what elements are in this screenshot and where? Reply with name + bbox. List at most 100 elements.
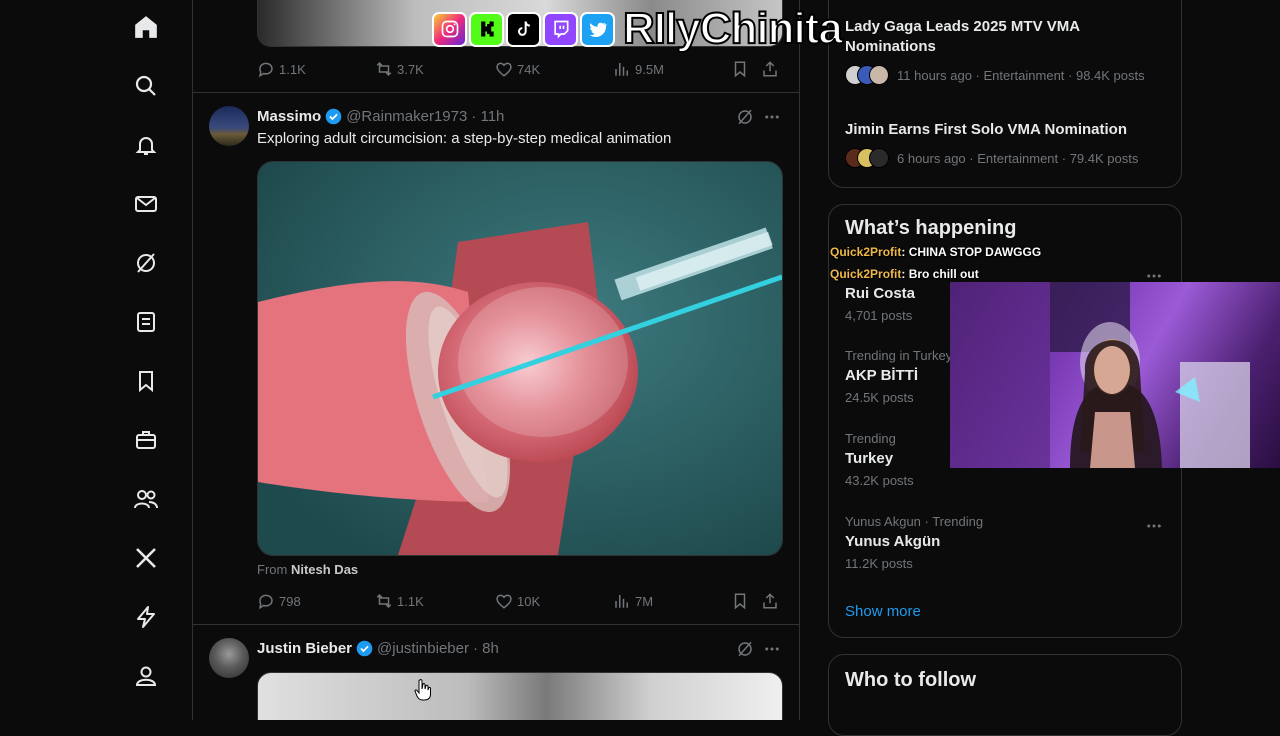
tweet-author-handle[interactable]: @justinbieber <box>377 640 469 657</box>
divider <box>193 92 799 93</box>
divider <box>193 624 799 625</box>
trend-meta: 6 hours ago · Entertainment · 79.4K post… <box>897 150 1139 166</box>
chat-username: Quick2Profit <box>830 267 902 281</box>
trend-title: Yunus Akgün <box>845 533 941 550</box>
trend-count: 43.2K posts <box>845 473 914 488</box>
tweet-author-name[interactable]: Massimo <box>257 108 321 125</box>
tweet-video[interactable] <box>257 161 783 556</box>
verified-badge-icon <box>325 108 342 124</box>
chat-username: Quick2Profit <box>830 245 902 259</box>
trend-title: Lady Gaga Leads 2025 MTV VMA Nominations <box>845 18 1080 55</box>
verified-badge-icon <box>356 640 373 656</box>
reply-button[interactable]: 798 <box>257 592 301 610</box>
views-icon <box>615 63 628 76</box>
tweet-text: Exploring adult circumcision: a step-by-… <box>257 130 672 147</box>
reply-count: 1.1K <box>279 61 306 77</box>
chat-message: Quick2Profit: Bro chill out <box>830 267 979 281</box>
x-logo-icon[interactable] <box>132 544 160 572</box>
repost-icon <box>376 593 392 609</box>
like-button[interactable]: 74K <box>495 60 540 78</box>
attribution-user[interactable]: Nitesh Das <box>291 562 358 577</box>
kick-icon <box>469 11 504 47</box>
more-options-icon[interactable] <box>763 640 781 658</box>
like-count: 74K <box>517 61 541 77</box>
chat-text: : CHINA STOP DAWGGG <box>901 245 1042 259</box>
more-options-icon[interactable] <box>1145 517 1163 535</box>
webcam-feed <box>950 282 1280 468</box>
avatar[interactable] <box>209 106 249 146</box>
stream-overlay-title: RIlyChinita <box>432 3 844 54</box>
views-icon <box>615 595 628 608</box>
list-icon[interactable] <box>132 308 160 336</box>
share-icon <box>763 593 777 609</box>
person-icon[interactable] <box>132 662 160 690</box>
timeline-feed: 1.1K 3.7K 74K 9.5M Massimo @Rainmaker197… <box>192 0 800 720</box>
reply-icon <box>258 594 273 610</box>
share-icon <box>763 61 777 77</box>
trend-meta: 11 hours ago · Entertainment · 98.4K pos… <box>897 67 1145 83</box>
search-icon[interactable] <box>132 72 160 100</box>
repost-count: 3.7K <box>397 61 424 77</box>
video-attribution: From Nitesh Das <box>257 562 358 577</box>
heart-icon <box>496 62 512 77</box>
tweet-author-handle[interactable]: @Rainmaker1973 <box>346 108 467 125</box>
repost-button[interactable]: 1.1K <box>375 592 424 610</box>
repost-button[interactable]: 3.7K <box>375 60 424 78</box>
trend-count: 11.2K posts <box>845 556 913 571</box>
bookmark-button[interactable] <box>731 60 749 78</box>
tweet-actions: 798 1.1K 10K 7M <box>257 592 781 612</box>
chat-text: : Bro chill out <box>901 267 979 281</box>
trend-item[interactable]: Jimin Earns First Solo VMA Nomination 6 … <box>845 121 1165 168</box>
avatar-stack <box>845 65 889 85</box>
section-title: What’s happening <box>845 217 1017 239</box>
avatar[interactable] <box>209 638 249 678</box>
tweet-media[interactable] <box>257 672 783 720</box>
grok-icon[interactable] <box>736 640 754 658</box>
more-options-icon[interactable] <box>763 108 781 126</box>
section-title: Who to follow <box>845 669 977 691</box>
show-more-link[interactable]: Show more <box>845 603 921 620</box>
trend-item[interactable]: Yunus Akgun · Trending Yunus Akgün 11.2K… <box>845 514 1145 571</box>
tweet-timestamp[interactable]: · 11h <box>471 108 504 125</box>
bookmark-button[interactable] <box>731 592 749 610</box>
views-button[interactable]: 9.5M <box>613 60 664 78</box>
heart-icon <box>496 594 512 609</box>
views-count: 7M <box>635 593 654 609</box>
people-icon[interactable] <box>132 485 160 513</box>
bookmark-icon[interactable] <box>132 367 160 395</box>
lightning-icon[interactable] <box>132 603 160 631</box>
repost-icon <box>376 61 392 77</box>
who-to-follow-card: Who to follow <box>828 654 1182 736</box>
attribution-prefix: From <box>257 562 288 577</box>
share-button[interactable] <box>761 60 779 78</box>
share-button[interactable] <box>761 592 779 610</box>
tiktok-icon <box>506 11 541 47</box>
trend-item[interactable]: Lady Gaga Leads 2025 MTV VMA Nominations… <box>845 17 1165 85</box>
tweet-author-name[interactable]: Justin Bieber <box>257 640 352 657</box>
previous-tweet-actions: 1.1K 3.7K 74K 9.5M <box>257 60 781 80</box>
bookmark-icon <box>734 593 746 610</box>
views-count: 9.5M <box>635 61 664 77</box>
reply-icon <box>258 62 273 78</box>
views-button[interactable]: 7M <box>613 592 653 610</box>
instagram-icon <box>432 11 467 47</box>
twitch-icon <box>543 11 578 47</box>
mail-icon[interactable] <box>132 190 160 218</box>
trends-card-top: Lady Gaga Leads 2025 MTV VMA Nominations… <box>828 0 1182 188</box>
chat-message: Quick2Profit: CHINA STOP DAWGGG <box>830 245 1041 259</box>
briefcase-icon[interactable] <box>132 426 160 454</box>
grok-icon[interactable] <box>736 108 754 126</box>
bell-icon[interactable] <box>132 131 160 159</box>
grok-icon[interactable] <box>132 249 160 277</box>
tweet-header: Massimo @Rainmaker1973 · 11h <box>257 106 504 126</box>
streamer-name: RIlyChinita <box>622 3 844 54</box>
like-button[interactable]: 10K <box>495 592 540 610</box>
reply-button[interactable]: 1.1K <box>257 60 306 78</box>
home-icon[interactable] <box>132 13 160 41</box>
tweet-timestamp[interactable]: · 8h <box>473 640 499 657</box>
tweet-header: Justin Bieber @justinbieber · 8h <box>257 638 499 658</box>
repost-count: 1.1K <box>397 593 424 609</box>
hand-cursor-icon <box>414 678 432 702</box>
twitter-bird-icon <box>580 11 615 47</box>
like-count: 10K <box>517 593 541 609</box>
